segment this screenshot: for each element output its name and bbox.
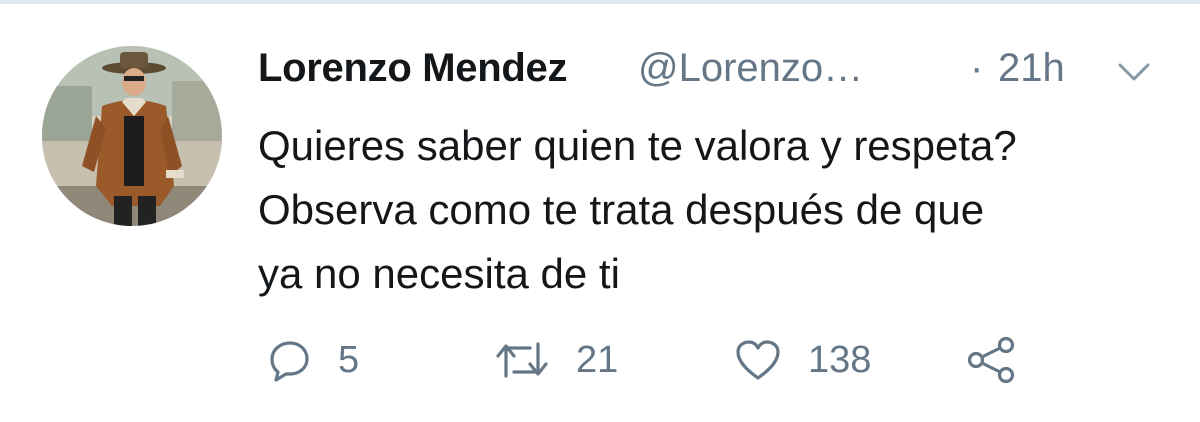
reply-button[interactable]: 5 bbox=[268, 334, 359, 386]
like-button[interactable]: 138 bbox=[734, 334, 871, 386]
tweet-text-line: ya no necesita de ti bbox=[258, 250, 620, 297]
tweet-text-line: Quieres saber quien te valora y respeta? bbox=[258, 122, 1017, 169]
display-name[interactable]: Lorenzo Mendez bbox=[258, 46, 567, 91]
tweet-menu-button[interactable] bbox=[1114, 54, 1154, 90]
reply-icon bbox=[270, 341, 309, 382]
share-icon bbox=[967, 336, 1015, 384]
time-separator: · bbox=[970, 46, 984, 90]
reply-count: 5 bbox=[338, 338, 360, 381]
tweet-card[interactable]: Lorenzo Mendez @Lorenzo… · 21h Quieres s… bbox=[0, 0, 1200, 422]
like-count: 138 bbox=[808, 338, 872, 381]
avatar-photo bbox=[42, 46, 222, 226]
chevron-down-icon bbox=[1118, 63, 1150, 81]
timestamp[interactable]: 21h bbox=[998, 46, 1065, 91]
share-button[interactable] bbox=[966, 334, 1018, 386]
user-handle[interactable]: @Lorenzo… bbox=[638, 46, 863, 91]
avatar[interactable] bbox=[42, 46, 222, 226]
heart-icon bbox=[736, 340, 780, 380]
tweet-actions: 5 21 138 bbox=[262, 334, 1062, 386]
retweet-icon bbox=[496, 342, 548, 378]
retweet-button[interactable]: 21 bbox=[494, 334, 618, 386]
tweet-text-line: Observa como te trata después de que bbox=[258, 186, 985, 233]
tweet-text: Quieres saber quien te valora y respeta?… bbox=[258, 114, 1178, 306]
tweet-header: Lorenzo Mendez @Lorenzo… · 21h bbox=[258, 42, 1178, 102]
retweet-count: 21 bbox=[576, 338, 619, 381]
